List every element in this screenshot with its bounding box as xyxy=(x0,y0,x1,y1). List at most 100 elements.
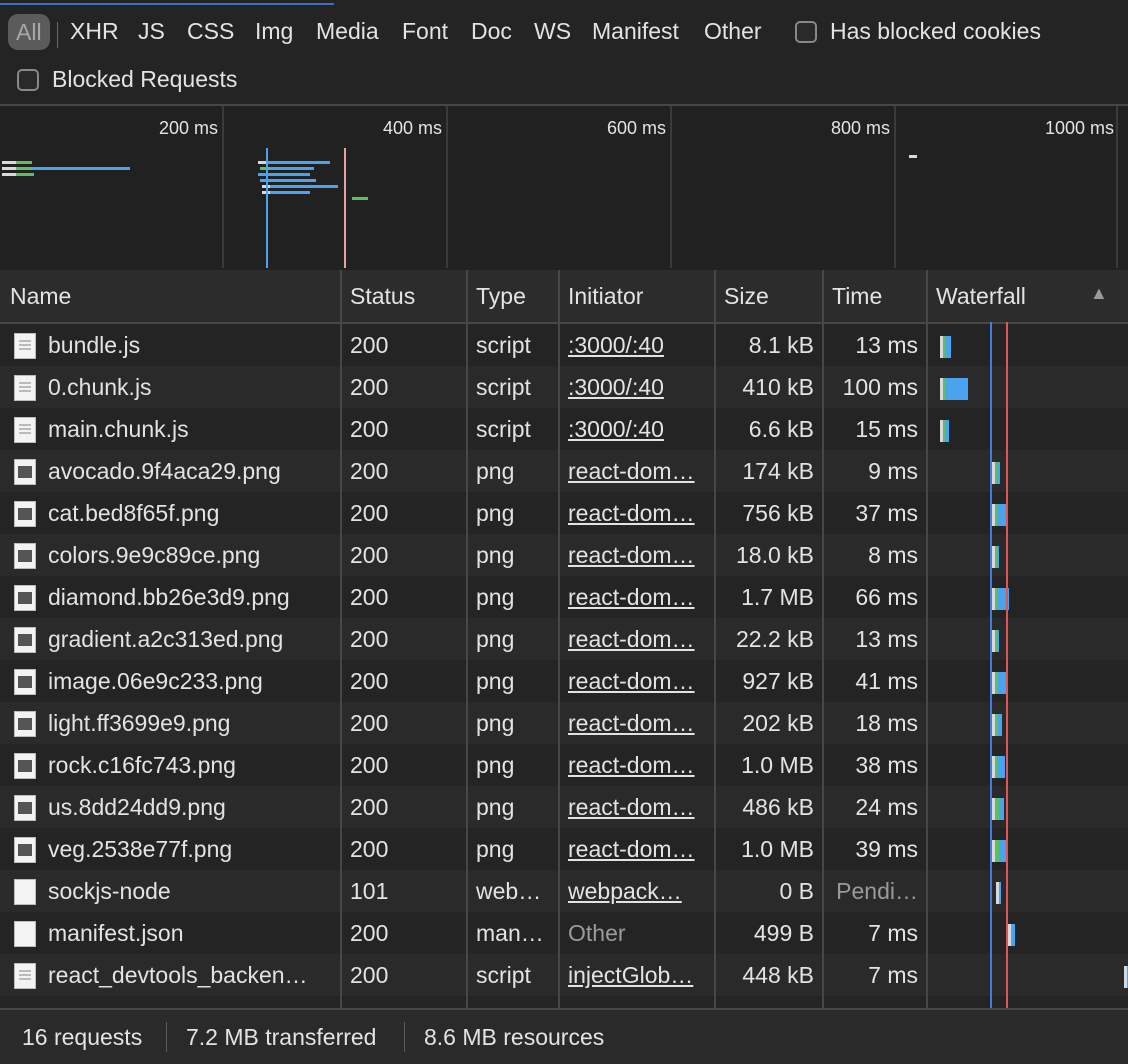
status-bar: 16 requests 7.2 MB transferred 8.6 MB re… xyxy=(0,1008,1128,1064)
request-type: png xyxy=(476,710,515,736)
request-name: veg.2538e77f.png xyxy=(48,836,233,862)
overview-bar xyxy=(258,161,266,164)
request-status: 200 xyxy=(350,752,389,778)
filter-all[interactable]: All xyxy=(8,14,50,50)
load-marker xyxy=(1006,322,1008,1008)
table-row[interactable]: bundle.js 200 script:3000/:40 8.1 kB 13 ms xyxy=(0,324,1128,366)
request-initiator[interactable]: react-dom… xyxy=(568,828,706,870)
panel-top-highlight xyxy=(0,0,334,5)
request-time: Pendi… xyxy=(836,878,918,904)
column-divider[interactable] xyxy=(822,270,824,1008)
column-divider[interactable] xyxy=(466,270,468,1008)
request-initiator[interactable]: injectGlob… xyxy=(568,954,706,996)
request-initiator[interactable]: react-dom… xyxy=(568,576,706,618)
table-row[interactable]: gradient.a2c313ed.png 200 png react-dom… 22.… xyxy=(0,618,1128,660)
table-row[interactable]: us.8dd24dd9.png 200 png react-dom… 486 kB 24 … xyxy=(0,786,1128,828)
column-header-status[interactable]: Status xyxy=(340,270,466,322)
request-time: 100 ms xyxy=(842,374,918,400)
column-divider[interactable] xyxy=(340,270,342,1008)
table-row[interactable]: react_devtools_backen… 200 script injectGlo… xyxy=(0,954,1128,996)
image-file-icon xyxy=(14,669,36,695)
column-header-name[interactable]: Name xyxy=(0,270,340,322)
request-initiator[interactable]: react-dom… xyxy=(568,450,706,492)
blocked-requests-label: Blocked Requests xyxy=(52,66,238,92)
column-header-initiator[interactable]: Initiator xyxy=(558,270,714,322)
overview-bar xyxy=(270,191,310,194)
filter-other[interactable]: Other xyxy=(694,8,772,54)
request-type: png xyxy=(476,542,515,568)
table-row[interactable]: main.chunk.js 200 script:3000/:40 6.6 kB 15 … xyxy=(0,408,1128,450)
column-divider[interactable] xyxy=(558,270,560,1008)
filter-font[interactable]: Font xyxy=(392,8,458,54)
waterfall-download-bar xyxy=(997,672,1006,694)
blank-file-icon xyxy=(14,879,36,905)
request-initiator[interactable]: react-dom… xyxy=(568,660,706,702)
request-status: 200 xyxy=(350,500,389,526)
network-overview[interactable]: 200 ms 400 ms 600 ms 800 ms 1000 ms xyxy=(0,104,1128,272)
table-row[interactable]: light.ff3699e9.png 200 png react-dom… 202 kB… xyxy=(0,702,1128,744)
waterfall-download-bar xyxy=(945,336,951,358)
column-header-waterfall[interactable]: Waterfall xyxy=(926,270,1086,322)
column-header-size[interactable]: Size xyxy=(714,270,822,322)
blank-file-icon xyxy=(14,921,36,947)
has-blocked-cookies-checkbox[interactable] xyxy=(795,21,817,43)
overview-tick-label: 600 ms xyxy=(606,118,666,138)
request-status: 200 xyxy=(350,836,389,862)
sort-ascending-icon[interactable]: ▲ xyxy=(1090,283,1108,304)
request-time: 7 ms xyxy=(868,920,918,946)
table-row[interactable]: image.06e9c233.png 200 png react-dom… 927 kB… xyxy=(0,660,1128,702)
column-divider[interactable] xyxy=(714,270,716,1008)
filter-xhr[interactable]: XHR xyxy=(60,8,129,54)
column-header-time[interactable]: Time xyxy=(822,270,926,322)
table-row[interactable]: manifest.json 200 man… Other 499 B 7 ms xyxy=(0,912,1128,954)
image-file-icon xyxy=(14,795,36,821)
request-type: png xyxy=(476,458,515,484)
waterfall-download-bar xyxy=(997,756,1005,778)
request-type: png xyxy=(476,668,515,694)
request-initiator[interactable]: react-dom… xyxy=(568,534,706,576)
request-time: 39 ms xyxy=(855,836,918,862)
request-type: script xyxy=(476,416,531,442)
request-initiator[interactable]: :3000/:40 xyxy=(568,324,706,366)
request-initiator[interactable]: react-dom… xyxy=(568,492,706,534)
overview-bar xyxy=(32,167,130,170)
table-row[interactable]: 0.chunk.js 200 script:3000/:40 410 kB 100 ms xyxy=(0,366,1128,408)
table-row[interactable]: rock.c16fc743.png 200 png react-dom… 1.0 MB 3… xyxy=(0,744,1128,786)
filter-js[interactable]: JS xyxy=(128,8,175,54)
request-time: 15 ms xyxy=(855,416,918,442)
filter-manifest[interactable]: Manifest xyxy=(582,8,689,54)
request-size: 202 kB xyxy=(742,710,814,736)
table-header: Name Status Type Initiator Size Time Wat… xyxy=(0,270,1128,324)
filter-css[interactable]: CSS xyxy=(177,8,244,54)
overview-bar xyxy=(2,173,16,176)
request-name: sockjs-node xyxy=(48,878,171,904)
column-header-type[interactable]: Type xyxy=(466,270,558,322)
filter-ws[interactable]: WS xyxy=(524,8,581,54)
waterfall-download-bar xyxy=(999,882,1002,904)
filter-media[interactable]: Media xyxy=(306,8,389,54)
filter-img[interactable]: Img xyxy=(245,8,303,54)
request-initiator[interactable]: react-dom… xyxy=(568,744,706,786)
image-file-icon xyxy=(14,585,36,611)
filter-doc[interactable]: Doc xyxy=(461,8,522,54)
overview-bar xyxy=(260,167,270,170)
request-initiator[interactable]: :3000/:40 xyxy=(568,408,706,450)
request-type: script xyxy=(476,962,531,988)
table-row[interactable]: cat.bed8f65f.png 200 png react-dom… 756 kB 37… xyxy=(0,492,1128,534)
table-row[interactable]: diamond.bb26e3d9.png 200 png react-dom… 1.7 … xyxy=(0,576,1128,618)
table-row[interactable]: avocado.9f4aca29.png 200 png react-dom… 174 … xyxy=(0,450,1128,492)
table-row[interactable]: veg.2538e77f.png 200 png react-dom… 1.0 MB 39… xyxy=(0,828,1128,870)
request-size: 1.0 MB xyxy=(741,836,814,862)
blocked-requests-checkbox[interactable] xyxy=(17,69,39,91)
request-initiator[interactable]: webpack… xyxy=(568,870,706,912)
request-initiator[interactable]: react-dom… xyxy=(568,702,706,744)
request-time: 13 ms xyxy=(855,332,918,358)
table-row[interactable]: colors.9e9c89ce.png 200 png react-dom… 18.0 … xyxy=(0,534,1128,576)
request-initiator[interactable]: :3000/:40 xyxy=(568,366,706,408)
request-initiator[interactable]: react-dom… xyxy=(568,786,706,828)
request-name: bundle.js xyxy=(48,332,141,358)
request-initiator[interactable]: react-dom… xyxy=(568,618,706,660)
column-divider[interactable] xyxy=(926,270,928,1008)
table-row[interactable]: sockjs-node 101 web… webpack… 0 B Pendi… xyxy=(0,870,1128,912)
request-status: 200 xyxy=(350,332,389,358)
